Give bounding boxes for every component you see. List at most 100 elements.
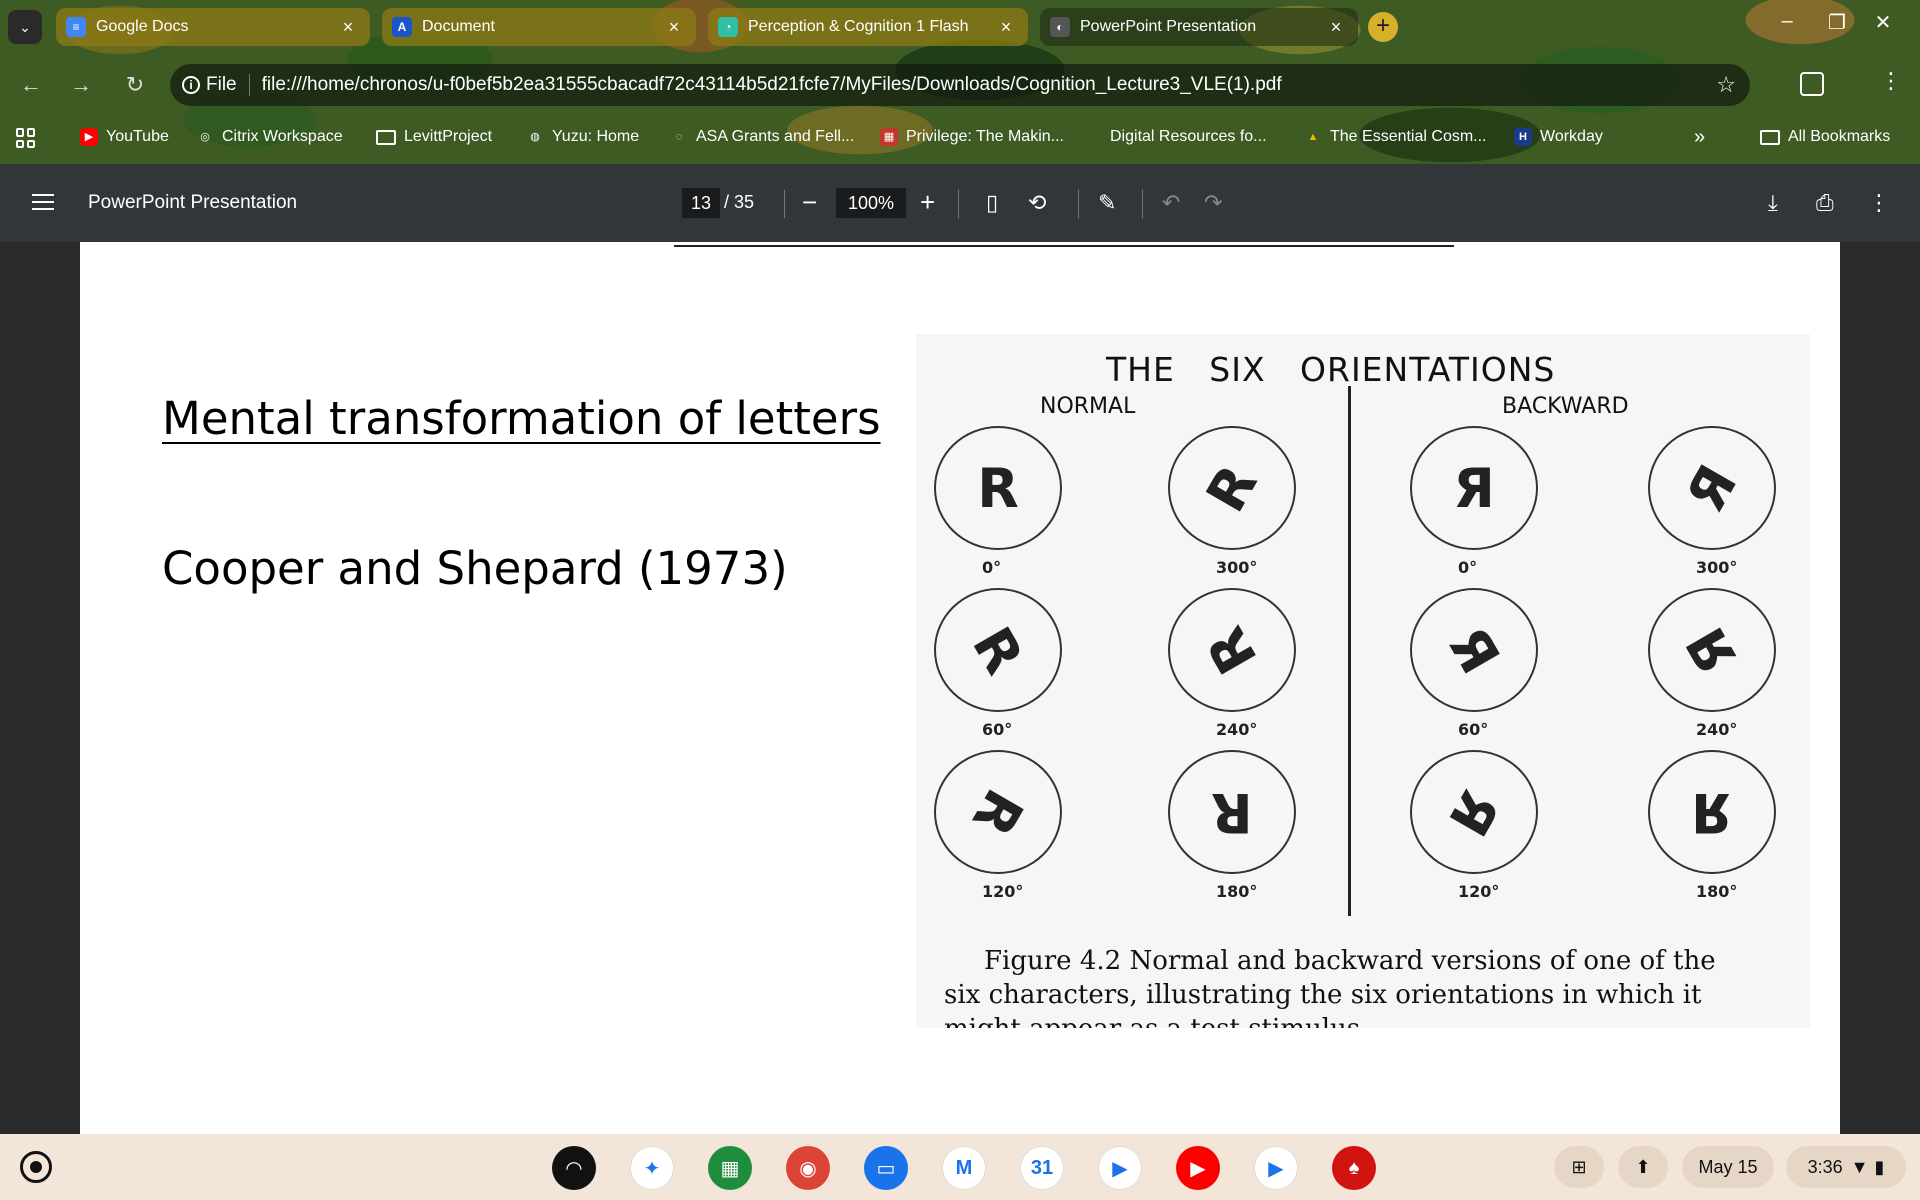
bookmark-asa-grants[interactable]: ◌ ASA Grants and Fell... [670, 124, 855, 150]
forward-arrow-icon[interactable]: → [66, 70, 96, 100]
backward-column-label: BACKWARD [1502, 394, 1629, 419]
orientation-disc: Я [1648, 426, 1776, 550]
upload-status-icon[interactable]: ⬆ [1618, 1146, 1668, 1188]
plus-icon: + [1375, 12, 1390, 39]
figure-caption: Figure 4.2 Normal and backward versions … [944, 944, 1804, 1028]
workday-icon: H [1514, 128, 1532, 146]
youtube-app-icon[interactable]: ▶ [1176, 1146, 1220, 1190]
bookmark-label: Workday [1540, 128, 1603, 145]
meet-icon[interactable]: ▶ [1098, 1146, 1142, 1190]
slide-citation: Cooper and Shepard (1973) [162, 542, 788, 595]
bookmark-label: ASA Grants and Fell... [696, 128, 855, 145]
tab-powerpoint-presentation[interactable]: ◐ PowerPoint Presentation × [1040, 8, 1358, 46]
zoom-in-button[interactable]: + [920, 186, 935, 218]
bookmark-privilege[interactable]: ▦ Privilege: The Makin... [880, 124, 1064, 150]
tab-document[interactable]: A Document × [382, 8, 696, 46]
chrome-icon[interactable]: ◉ [786, 1146, 830, 1190]
close-window-icon[interactable]: ✕ [1868, 10, 1898, 35]
tab-perception-cognition[interactable]: ◔ Perception & Cognition 1 Flash × [708, 8, 1028, 46]
bookmark-yuzu[interactable]: ◍ Yuzu: Home [526, 124, 639, 150]
orientation-disc: Я [1648, 588, 1776, 712]
app-launcher-grid-icon[interactable]: ▦ [708, 1146, 752, 1190]
back-arrow-icon[interactable]: ← [16, 70, 46, 100]
asa-icon: ◌ [675, 131, 683, 143]
degree-label: 300° [1696, 558, 1738, 577]
bookmark-digital-resources[interactable]: Digital Resources fo... [1098, 124, 1267, 150]
hamburger-menu-icon[interactable] [32, 194, 54, 210]
drive-icon: ▲ [1307, 131, 1319, 143]
calendar-icon[interactable]: 31 [1020, 1146, 1064, 1190]
acrobat-icon[interactable]: ♠ [1332, 1146, 1376, 1190]
globe-icon: ◍ [530, 131, 540, 143]
bookmark-citrix[interactable]: ◎ Citrix Workspace [196, 124, 343, 150]
bookmark-youtube[interactable]: ▶ YouTube [80, 124, 169, 150]
tab-search-button[interactable]: ⌄ [8, 10, 42, 44]
page-total: / 35 [724, 192, 755, 212]
pdf-viewer[interactable]: Mental transformation of letters Cooper … [0, 242, 1920, 1134]
annotate-pen-icon[interactable]: ✎ [1098, 190, 1116, 216]
play-store-icon[interactable]: ▶ [1254, 1146, 1298, 1190]
bookmark-workday[interactable]: H Workday [1514, 124, 1603, 150]
print-icon[interactable]: ⎙ [1816, 190, 1834, 216]
caption-line: might appear as a test stimulus. [944, 1012, 1804, 1028]
degree-label: 120° [1458, 882, 1500, 901]
gemini-icon[interactable]: ✦ [630, 1146, 674, 1190]
bookmark-label: Digital Resources fo... [1110, 128, 1267, 145]
citrix-icon: ◎ [200, 131, 210, 143]
degree-label: 0° [982, 558, 1002, 577]
gmail-icon[interactable]: M [942, 1146, 986, 1190]
restore-icon[interactable]: ❐ [1822, 10, 1852, 35]
tab-title: PowerPoint Presentation [1080, 18, 1257, 35]
tab-strip: ⌄ ≡ Google Docs × A Document × ◔ Percept… [0, 0, 1920, 52]
undo-icon[interactable]: ↶ [1162, 190, 1180, 216]
caption-line: six characters, illustrating the six ori… [944, 980, 1702, 1010]
zoom-out-button[interactable]: − [802, 186, 817, 218]
screen-capture-icon[interactable]: ⊞ [1554, 1146, 1604, 1188]
fit-page-icon[interactable]: ▯ [986, 190, 998, 216]
extensions-icon[interactable] [1800, 72, 1824, 96]
toolbar-divider [1078, 190, 1079, 218]
degree-label: 300° [1216, 558, 1258, 577]
degree-label: 120° [982, 882, 1024, 901]
bookmark-label: Citrix Workspace [222, 128, 343, 145]
zoom-level-input[interactable]: 100% [836, 188, 906, 218]
close-icon[interactable]: × [664, 17, 684, 38]
status-area[interactable]: 3:36 ▼ ▮ [1786, 1146, 1906, 1188]
page-number-input[interactable]: 13 [682, 188, 720, 218]
redo-icon[interactable]: ↷ [1204, 190, 1222, 216]
files-icon[interactable]: ▭ [864, 1146, 908, 1190]
bookmarks-overflow-button[interactable]: » [1694, 124, 1705, 150]
apps-grid-icon[interactable] [16, 128, 36, 148]
date-pill[interactable]: May 15 [1682, 1146, 1774, 1188]
slide-top-rule [674, 245, 1454, 247]
reload-icon[interactable]: ↻ [120, 70, 150, 100]
browser-menu-icon[interactable]: ⋮ [1880, 68, 1902, 94]
degree-label: 240° [1216, 720, 1258, 739]
download-icon[interactable]: ⤓ [1768, 190, 1778, 216]
clock-time: 3:36 [1807, 1156, 1843, 1177]
pdf-tab-icon: ◐ [1050, 17, 1070, 37]
tab-google-docs[interactable]: ≡ Google Docs × [56, 8, 370, 46]
launcher-icon[interactable] [20, 1151, 52, 1183]
rotate-icon[interactable]: ⟲ [1028, 190, 1046, 216]
close-icon[interactable]: × [996, 17, 1016, 38]
bookmark-star-icon[interactable]: ☆ [1716, 72, 1736, 98]
minimize-icon[interactable]: – [1772, 10, 1802, 33]
close-icon[interactable]: × [338, 17, 358, 38]
more-options-icon[interactable]: ⋮ [1868, 190, 1890, 216]
site-info-chip[interactable]: i File [182, 74, 250, 96]
bookmark-essential-cosm[interactable]: ▲ The Essential Cosm... [1304, 124, 1487, 150]
battery-icon: ▮ [1874, 1156, 1885, 1177]
all-bookmarks-button[interactable]: All Bookmarks [1760, 124, 1890, 150]
new-tab-button[interactable]: + [1368, 12, 1398, 42]
toolbar-divider [784, 190, 785, 218]
url-text[interactable]: file:///home/chronos/u-f0bef5b2ea31555cb… [262, 74, 1282, 96]
rotated-letter: Я [1674, 454, 1750, 522]
bookmark-levittproject[interactable]: LevittProject [376, 124, 492, 150]
close-icon[interactable]: × [1326, 17, 1346, 38]
chromebook-perks-icon[interactable]: ◠ [552, 1146, 596, 1190]
address-bar[interactable]: i File file:///home/chronos/u-f0bef5b2ea… [170, 64, 1750, 106]
caption-line: Figure 4.2 Normal and backward versions … [984, 946, 1716, 976]
tab-title: Document [422, 18, 495, 35]
folder-icon [1760, 129, 1780, 145]
